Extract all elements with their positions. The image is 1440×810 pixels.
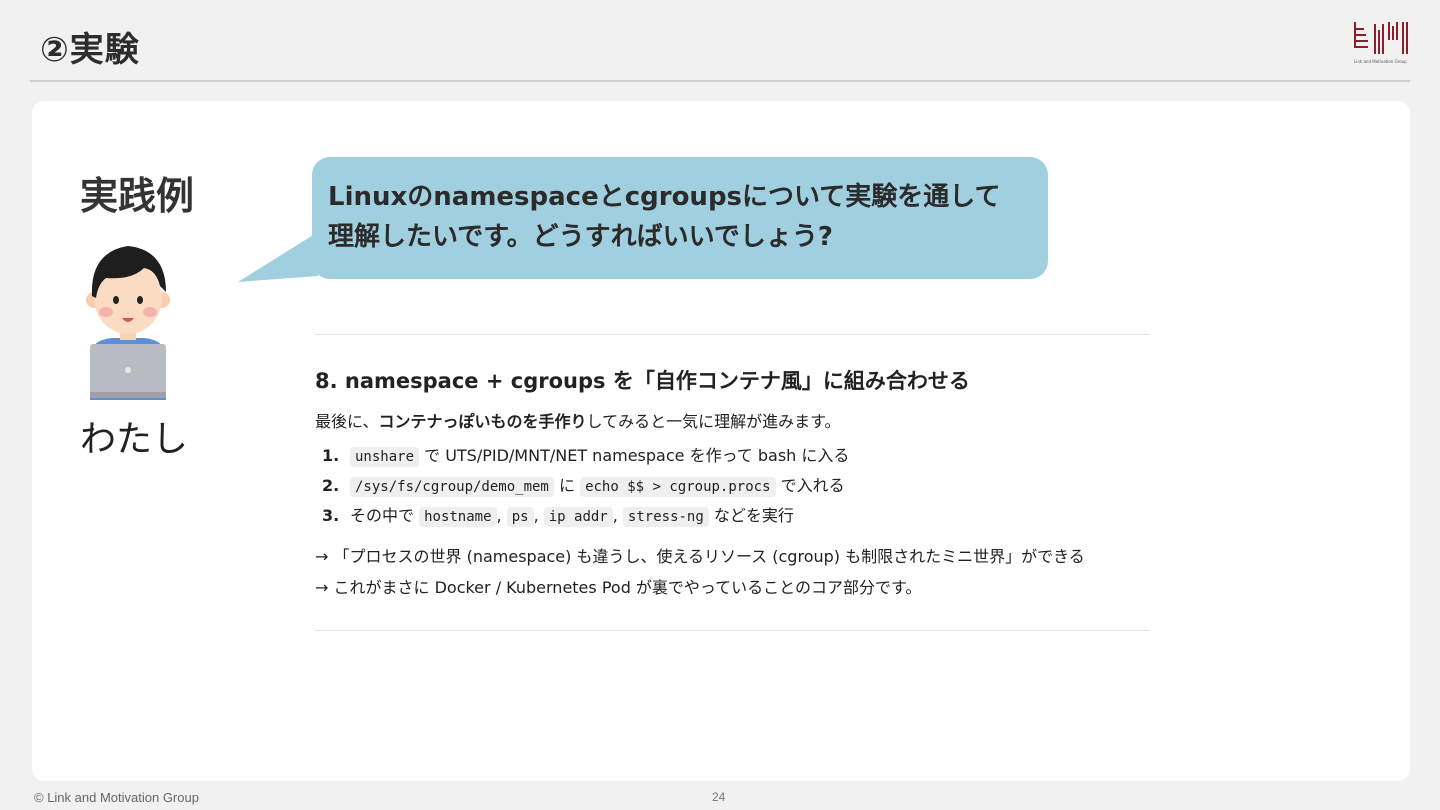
intro-suffix: してみると一気に理解が進みます。	[586, 412, 841, 431]
inline-code: hostname	[419, 507, 497, 527]
speech-bubble: Linuxのnamespaceとcgroupsについて実験を通して理解したいです…	[312, 157, 1048, 279]
step-item-3: 3. その中で hostname, ps, ip addr, stress-ng …	[322, 502, 849, 532]
inline-code: /sys/fs/cgroup/demo_mem	[350, 477, 554, 497]
step-number: 3.	[322, 506, 340, 525]
step-text: で UTS/PID/MNT/NET namespace を作って bash に入…	[419, 446, 850, 465]
slide-title: ②実験	[40, 30, 140, 70]
inline-code: unshare	[350, 447, 420, 467]
inline-code: ps	[506, 507, 534, 527]
inline-code: stress-ng	[622, 507, 709, 527]
page-number: 24	[712, 790, 726, 804]
step-text: などを実行	[708, 506, 794, 525]
conclusion-line-1: → 「プロセスの世界 (namespace) も違うし、使えるリソース (cgr…	[315, 547, 1085, 566]
steps-list: 1. unshare で UTS/PID/MNT/NET namespace を作…	[322, 442, 849, 532]
inline-code: ip addr	[543, 507, 613, 527]
separator: ,	[533, 506, 544, 525]
doc-divider-top	[315, 334, 1150, 335]
intro-prefix: 最後に、	[315, 412, 379, 431]
logo-caption: Link and Motivation Group	[1354, 59, 1407, 64]
step-text: に	[553, 476, 581, 495]
company-logo: Link and Motivation Group	[1352, 20, 1412, 66]
conclusion-line-2: → これがまさに Docker / Kubernetes Pod が裏でやってい…	[315, 578, 922, 597]
person-label: わたし	[80, 419, 189, 460]
step-number: 1.	[322, 446, 340, 465]
step-text: で入れる	[775, 476, 845, 495]
section-title: 8. namespace + cgroups を「自作コンテナ風」に組み合わせる	[315, 369, 970, 393]
intro-text: 最後に、コンテナっぽいものを手作りしてみると一気に理解が進みます。	[315, 408, 840, 432]
example-heading: 実践例	[80, 174, 195, 218]
step-item-1: 1. unshare で UTS/PID/MNT/NET namespace を作…	[322, 442, 849, 472]
person-with-laptop-illustration	[82, 240, 174, 400]
intro-bold: コンテナっぽいものを手作り	[378, 412, 587, 431]
copyright-text: © Link and Motivation Group	[34, 790, 199, 805]
separator: ,	[612, 506, 623, 525]
title-divider	[30, 80, 1410, 82]
doc-divider-bottom	[315, 630, 1150, 631]
separator: ,	[496, 506, 507, 525]
speech-bubble-tail	[238, 232, 318, 282]
inline-code: echo $$ > cgroup.procs	[580, 477, 776, 497]
step-text: その中で	[350, 506, 420, 525]
step-item-2: 2. /sys/fs/cgroup/demo_mem に echo $$ > cg…	[322, 472, 849, 502]
step-number: 2.	[322, 476, 340, 495]
